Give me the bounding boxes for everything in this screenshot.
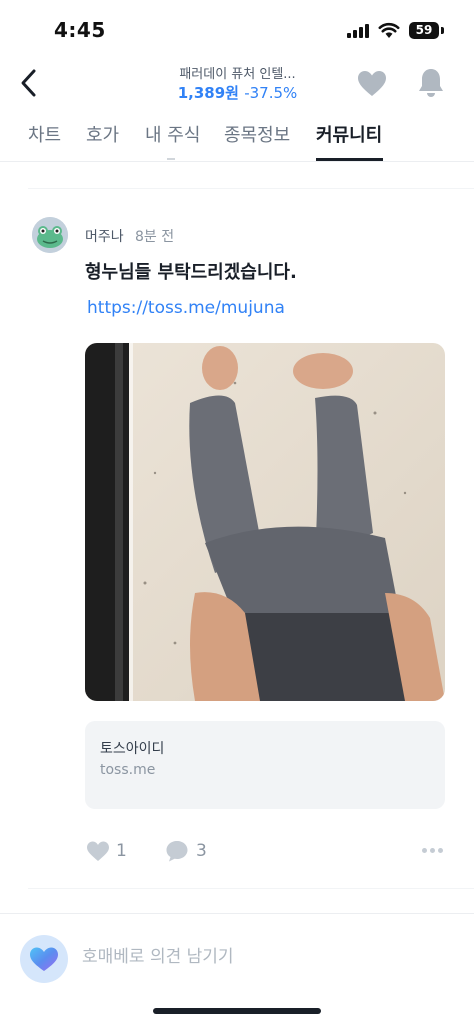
post-author[interactable]: 머주나 [85,226,124,246]
favorite-heart-icon[interactable] [356,68,388,100]
scroll-remnant [167,158,175,160]
notification-bell-icon[interactable] [415,66,447,100]
battery-tip [441,27,444,34]
link-card-domain: toss.me [100,762,156,778]
comment-bar-divider [0,913,474,914]
post-text: 형누님들 부탁드리겠습니다. [85,262,297,283]
back-arrow-icon[interactable] [16,66,44,100]
author-avatar[interactable] [32,217,68,253]
tabs-divider [0,161,474,162]
stock-price-row: 1,389원 -37.5% [150,82,325,103]
status-time: 4:45 [54,18,106,42]
gradient-heart-icon [30,947,58,971]
comment-count: 3 [196,841,207,861]
stock-price: 1,389원 [177,84,239,102]
photo-icon [85,343,445,701]
like-heart-icon[interactable] [86,840,110,862]
wifi-icon [378,22,400,38]
home-indicator [153,1008,321,1014]
like-count: 1 [116,841,127,861]
post-separator-bottom [28,888,474,889]
stock-name[interactable]: 패러데이 퓨처 인텔... [150,63,325,82]
comment-bubble-icon[interactable] [165,839,189,863]
frog-avatar-icon [32,217,68,253]
tab-stock-info[interactable]: 종목정보 [224,121,290,147]
post-time: 8분 전 [135,229,175,245]
tab-my-stock[interactable]: 내 주식 [145,121,200,147]
comment-input[interactable] [82,947,442,967]
my-avatar [20,935,68,983]
stock-change: -37.5% [244,84,298,102]
post-link[interactable]: https://toss.me/mujuna [87,298,285,318]
link-card-title: 토스아이디 [100,741,165,757]
battery-icon: 59 [409,22,439,39]
post-separator [28,188,474,189]
cellular-signal-icon [347,24,371,38]
tab-chart[interactable]: 차트 [28,121,61,147]
tab-orderbook[interactable]: 호가 [86,121,119,147]
tab-community[interactable]: 커뮤니티 [316,121,382,147]
more-options-icon[interactable] [422,848,444,854]
post-image[interactable] [85,343,445,701]
